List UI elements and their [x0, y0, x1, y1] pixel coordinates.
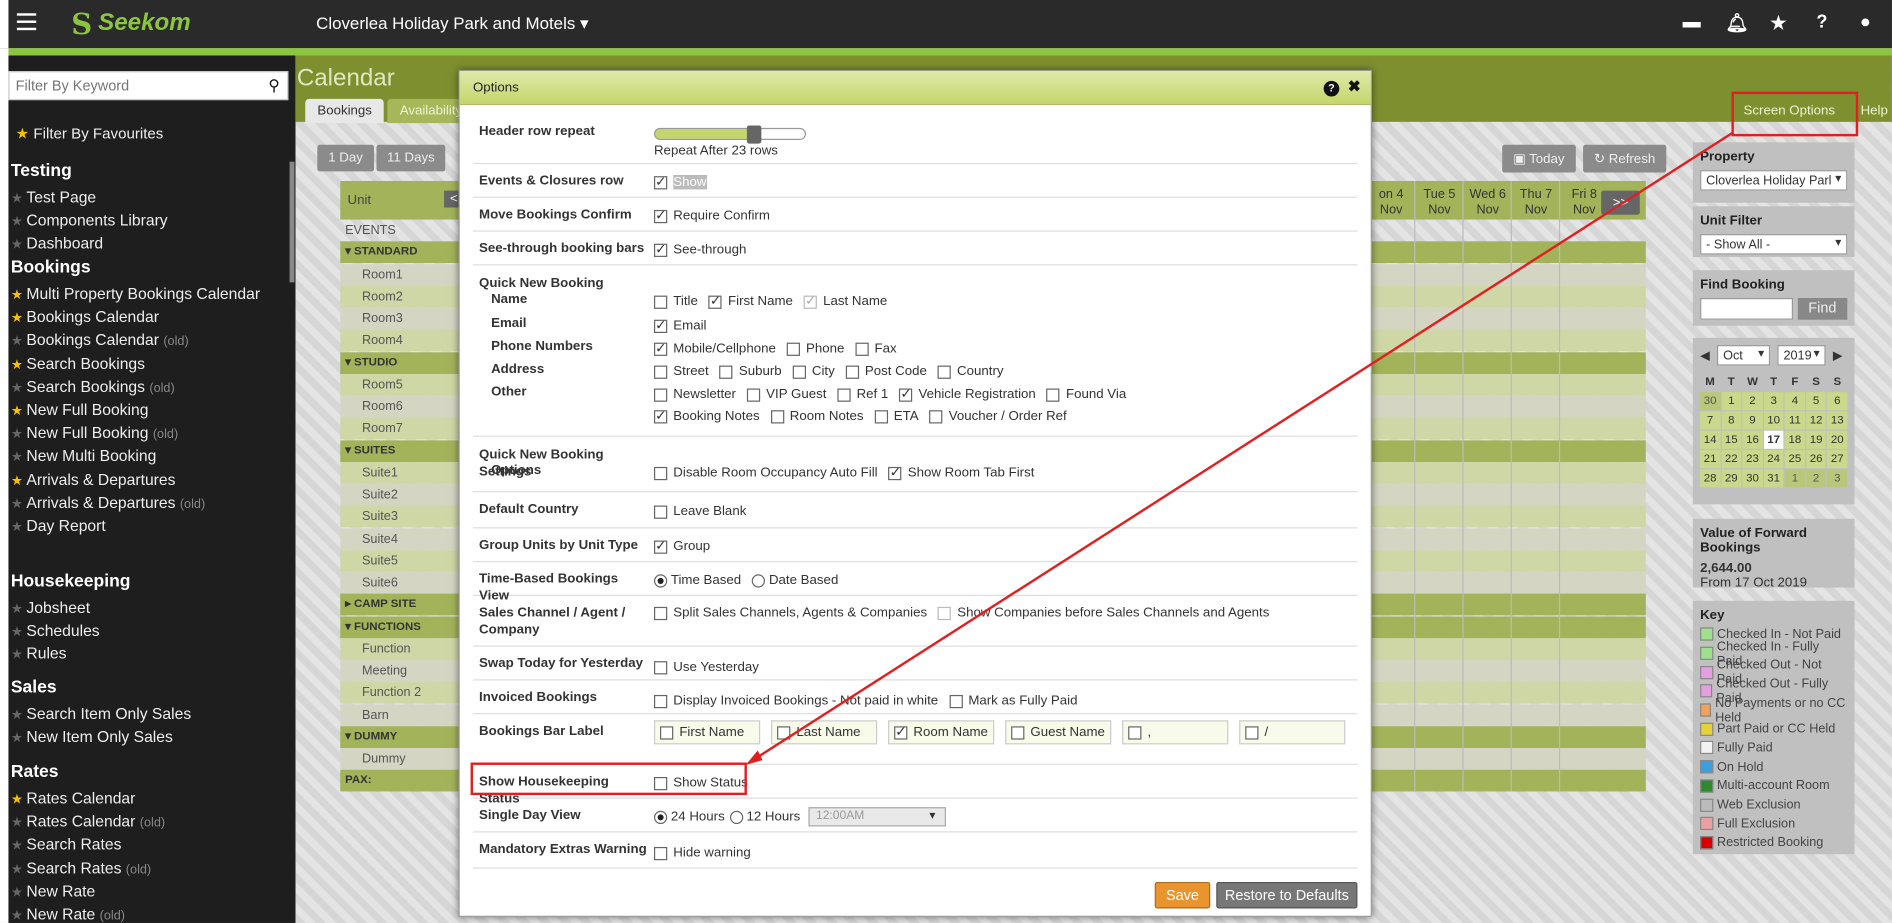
annotation-arrow-head	[745, 750, 763, 765]
annotation-arrow-line	[752, 131, 1734, 762]
annotation-arrow	[745, 131, 1734, 765]
